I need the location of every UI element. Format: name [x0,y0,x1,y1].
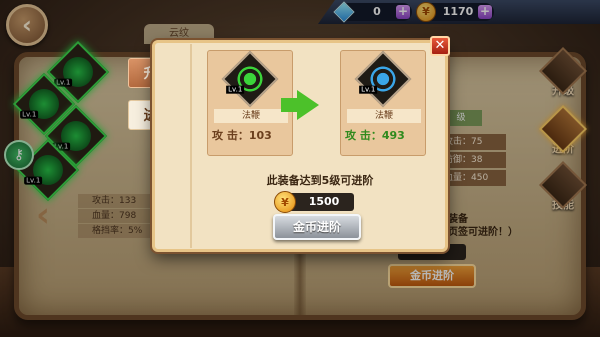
next-equip-card: Lv.1 法鞭 攻 击：493 [340,50,426,156]
whip-icon: Lv.1 [354,50,412,108]
advance-requirement: 此装备达到5级可进阶 [266,174,374,187]
cost-value: 1500 [308,195,340,208]
equip-name: 法鞭 [214,109,288,123]
equip-attack: 攻 击：103 [212,129,272,142]
close-icon: ✕ [434,38,446,53]
arrow-right-icon [297,90,319,120]
equip-level: Lv.1 [226,85,245,94]
equip-level: Lv.1 [359,85,378,94]
gold-advance-button[interactable]: 金币进阶 [273,214,361,240]
advance-cost: ¥ 1500 [274,191,354,213]
equip-name: 法鞭 [347,109,421,123]
gold-coin-icon: ¥ [274,191,296,213]
whip-icon: Lv.1 [221,50,279,108]
equip-attack: 攻 击：493 [345,129,405,142]
dialog-divider [190,44,192,248]
close-button[interactable]: ✕ [430,36,450,56]
